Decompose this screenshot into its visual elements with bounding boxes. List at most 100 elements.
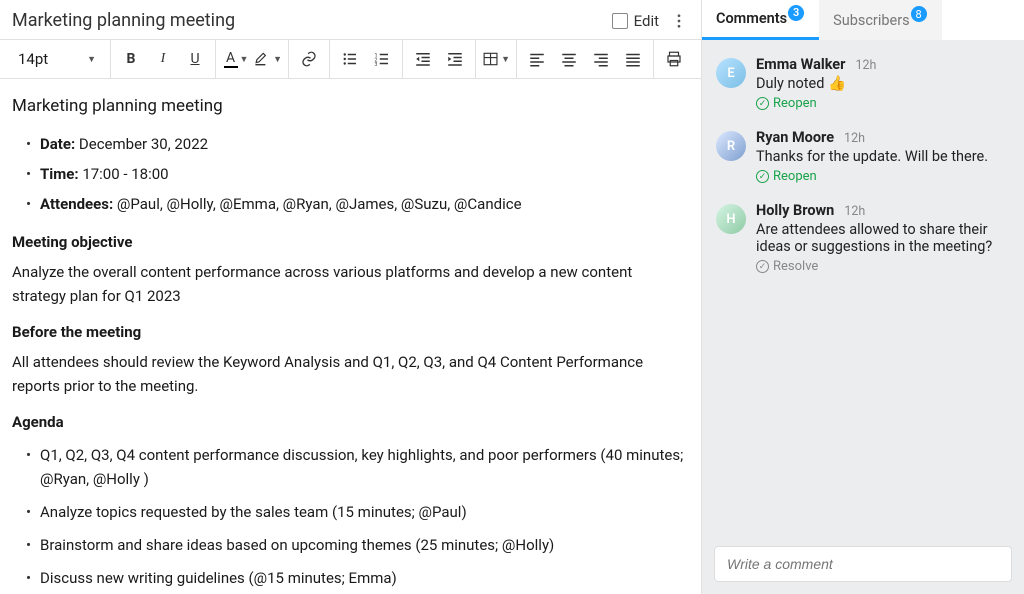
tab-subscribers[interactable]: Subscribers 8 xyxy=(819,0,942,40)
meta-list: Date: December 30, 2022 Time: 17:00 - 18… xyxy=(12,132,685,216)
comment-body: Emma Walker 12h Duly noted 👍 ✓ Reopen xyxy=(756,56,1010,111)
color-group: A ▼ ▼ xyxy=(216,40,289,78)
align-group xyxy=(517,40,654,78)
side-tabs: Comments 3 Subscribers 8 xyxy=(702,0,1024,40)
align-left-button[interactable] xyxy=(523,45,551,73)
avatar: R xyxy=(716,131,746,161)
italic-button[interactable]: I xyxy=(149,45,177,73)
table-group: ▼ xyxy=(476,40,517,78)
comment-item: H Holly Brown 12h Are attendees allowed … xyxy=(702,194,1024,284)
print-group xyxy=(654,40,694,78)
chevron-down-icon: ▼ xyxy=(240,54,249,65)
comment-text: Duly noted 👍 xyxy=(756,75,1010,92)
meta-date-value: December 30, 2022 xyxy=(75,135,208,153)
agenda-item: Q1, Q2, Q3, Q4 content performance discu… xyxy=(26,443,685,491)
comment-reopen-button[interactable]: ✓ Reopen xyxy=(756,169,817,184)
bold-button[interactable]: B xyxy=(117,45,145,73)
document-header: Marketing planning meeting Edit xyxy=(0,0,701,39)
chevron-down-icon: ▼ xyxy=(273,54,282,65)
text-style-group: B I U xyxy=(111,40,216,78)
meta-attendees: Attendees: @Paul, @Holly, @Emma, @Ryan, … xyxy=(26,192,685,216)
underline-button[interactable]: U xyxy=(181,45,209,73)
outdent-button[interactable] xyxy=(409,45,437,73)
meta-attendees-value: @Paul, @Holly, @Emma, @Ryan, @James, @Su… xyxy=(113,195,521,213)
avatar: E xyxy=(716,58,746,88)
comment-text: Are attendees allowed to share their ide… xyxy=(756,221,1010,255)
meta-attendees-label: Attendees: xyxy=(40,195,113,213)
align-justify-button[interactable] xyxy=(619,45,647,73)
indent-group xyxy=(403,40,476,78)
comments-list: E Emma Walker 12h Duly noted 👍 ✓ Reopen … xyxy=(702,40,1024,536)
comment-body: Ryan Moore 12h Thanks for the update. Wi… xyxy=(756,129,1010,184)
document-title-input[interactable]: Marketing planning meeting xyxy=(12,10,602,31)
edit-checkbox[interactable] xyxy=(612,13,628,29)
check-icon: ✓ xyxy=(756,170,769,183)
comment-author: Holly Brown xyxy=(756,202,834,219)
before-heading: Before the meeting xyxy=(12,320,685,344)
comment-action-label: Resolve xyxy=(773,259,818,274)
chevron-down-icon: ▼ xyxy=(87,54,96,65)
check-icon: ✓ xyxy=(756,260,769,273)
comment-body: Holly Brown 12h Are attendees allowed to… xyxy=(756,202,1010,274)
font-size-selector[interactable]: 14pt ▼ xyxy=(14,50,104,68)
link-group xyxy=(289,40,330,78)
meta-time-value: 17:00 - 18:00 xyxy=(79,165,169,183)
comment-item: E Emma Walker 12h Duly noted 👍 ✓ Reopen xyxy=(702,48,1024,121)
meta-date-label: Date: xyxy=(40,135,75,153)
comment-time: 12h xyxy=(844,204,865,219)
side-panel: Comments 3 Subscribers 8 E Emma Walker 1… xyxy=(702,0,1024,594)
comment-author: Emma Walker xyxy=(756,56,845,73)
align-center-button[interactable] xyxy=(555,45,583,73)
comment-resolve-button[interactable]: ✓ Resolve xyxy=(756,259,818,274)
text-color-button[interactable]: A ▼ xyxy=(222,45,250,73)
font-size-value: 14pt xyxy=(18,50,48,68)
subscribers-count-badge: 8 xyxy=(911,6,927,22)
tab-comments[interactable]: Comments 3 xyxy=(702,0,819,40)
highlight-button[interactable]: ▼ xyxy=(254,45,282,73)
agenda-item: Discuss new writing guidelines (@15 minu… xyxy=(26,566,685,590)
meta-time-label: Time: xyxy=(40,165,79,183)
check-icon: ✓ xyxy=(756,97,769,110)
comment-time: 12h xyxy=(855,58,876,73)
formatting-toolbar: 14pt ▼ B I U A ▼ ▼ xyxy=(0,39,701,79)
align-right-button[interactable] xyxy=(587,45,615,73)
font-size-group: 14pt ▼ xyxy=(8,40,111,78)
table-button[interactable]: ▼ xyxy=(482,45,510,73)
edit-label: Edit xyxy=(634,12,659,30)
edit-toggle[interactable]: Edit xyxy=(612,12,659,30)
before-text: All attendees should review the Keyword … xyxy=(12,350,685,398)
comment-item: R Ryan Moore 12h Thanks for the update. … xyxy=(702,121,1024,194)
agenda-item: Brainstorm and share ideas based on upco… xyxy=(26,533,685,557)
agenda-item: Analyze topics requested by the sales te… xyxy=(26,500,685,524)
objective-text: Analyze the overall content performance … xyxy=(12,260,685,308)
indent-button[interactable] xyxy=(441,45,469,73)
svg-text:3: 3 xyxy=(375,62,378,68)
meta-time: Time: 17:00 - 18:00 xyxy=(26,162,685,186)
comment-reopen-button[interactable]: ✓ Reopen xyxy=(756,96,817,111)
comment-input-area xyxy=(702,536,1024,594)
chevron-down-icon: ▼ xyxy=(501,54,510,65)
comments-count-badge: 3 xyxy=(788,5,804,21)
main-editor-area: Marketing planning meeting Edit 14pt ▼ B… xyxy=(0,0,702,594)
comment-input[interactable] xyxy=(714,546,1012,582)
document-body[interactable]: Marketing planning meeting Date: Decembe… xyxy=(0,79,701,594)
doc-heading: Marketing planning meeting xyxy=(12,93,685,120)
agenda-list: Q1, Q2, Q3, Q4 content performance discu… xyxy=(12,443,685,594)
list-group: 123 xyxy=(330,40,403,78)
tab-comments-label: Comments xyxy=(716,10,787,27)
comment-action-label: Reopen xyxy=(773,96,817,111)
more-menu-icon[interactable] xyxy=(669,11,689,31)
comment-text: Thanks for the update. Will be there. xyxy=(756,148,1010,165)
tab-subscribers-label: Subscribers xyxy=(833,12,910,29)
comment-action-label: Reopen xyxy=(773,169,817,184)
link-button[interactable] xyxy=(295,45,323,73)
comment-author: Ryan Moore xyxy=(756,129,834,146)
agenda-heading: Agenda xyxy=(12,410,685,434)
bullet-list-button[interactable] xyxy=(336,45,364,73)
avatar: H xyxy=(716,204,746,234)
print-button[interactable] xyxy=(660,45,688,73)
meta-date: Date: December 30, 2022 xyxy=(26,132,685,156)
comment-time: 12h xyxy=(844,131,865,146)
numbered-list-button[interactable]: 123 xyxy=(368,45,396,73)
objective-heading: Meeting objective xyxy=(12,230,685,254)
